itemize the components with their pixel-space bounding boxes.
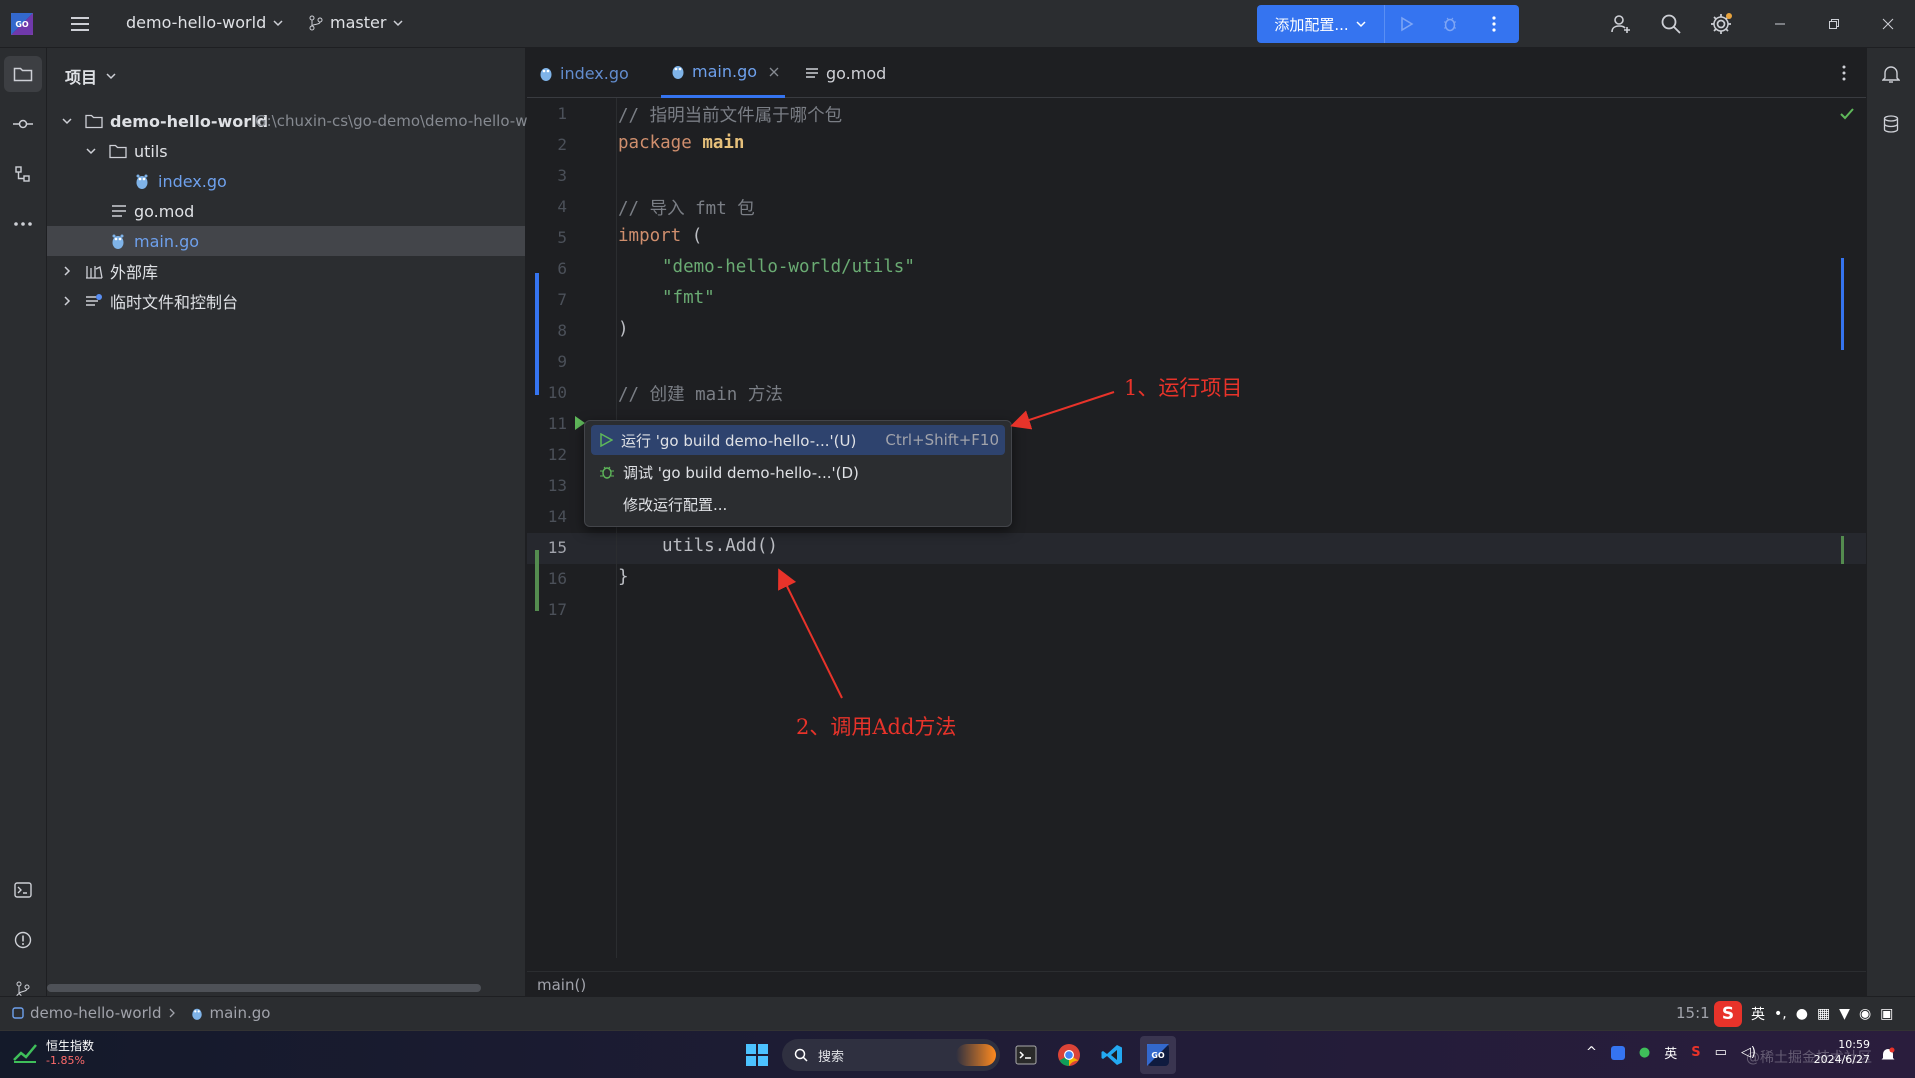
wechat-icon[interactable]: ● (1639, 1045, 1650, 1060)
vscode-app-icon[interactable] (1096, 1039, 1128, 1071)
system-tray: ^ ● 英 S ▭ ◁) (1586, 1043, 1756, 1062)
stock-chart-icon (13, 1044, 37, 1063)
keyboard-icon[interactable]: ▦ (1817, 1006, 1830, 1022)
status-project: demo-hello-world (30, 1004, 162, 1022)
right-tool-strip (1866, 48, 1915, 996)
stock-widget[interactable]: 恒生指数 -1.85% (12, 1037, 94, 1067)
status-file: main.go (209, 1004, 271, 1022)
toolbox-icon[interactable]: ▣ (1880, 1006, 1893, 1022)
search-icon (794, 1048, 808, 1062)
ime-toolbar: S 英 •, ● ▦ ▼ ◉ ▣ (1714, 1000, 1914, 1028)
database-icon[interactable] (1875, 108, 1907, 140)
tray-app-icon[interactable] (1610, 1045, 1625, 1060)
go-file-icon (192, 1008, 203, 1020)
tray-ime[interactable]: 英 (1664, 1043, 1677, 1062)
gamepad-icon[interactable]: ◉ (1859, 1006, 1871, 1022)
status-bar: demo-hello-world main.go 15:1 S 英 •, ● ▦… (0, 996, 1915, 1030)
search-highlight-icon (956, 1044, 996, 1066)
module-icon (12, 1007, 24, 1019)
arrow-to-add (778, 568, 843, 699)
windows-start-icon[interactable] (742, 1040, 772, 1070)
skin-icon[interactable]: ▼ (1839, 1006, 1850, 1022)
notification-center-icon[interactable] (1876, 1043, 1900, 1067)
svg-text:GO: GO (1151, 1051, 1165, 1060)
chrome-app-icon[interactable] (1053, 1039, 1085, 1071)
network-icon[interactable]: ▭ (1715, 1045, 1727, 1060)
sogou-logo-icon[interactable]: S (1714, 1001, 1742, 1027)
chevron-right-icon (170, 1008, 176, 1018)
notifications-bell-icon[interactable] (1875, 58, 1907, 90)
annotation-run-project: 1、运行项目 (1124, 376, 1243, 400)
tray-expand-icon[interactable]: ^ (1586, 1045, 1597, 1060)
annotation-arrows (778, 391, 1115, 699)
ime-language[interactable]: 英 (1751, 1004, 1765, 1024)
watermark-text: @稀土掘金技术社区 (1746, 1050, 1872, 1066)
stock-change: -1.85% (46, 1054, 85, 1067)
cursor-position[interactable]: 15:1 (1676, 1004, 1710, 1022)
windows-taskbar: 恒生指数 -1.85% 搜索 GO ^ ● 英 S ▭ ◁) 10:59 202… (0, 1030, 1915, 1078)
terminal-app-icon[interactable] (1010, 1039, 1042, 1071)
status-breadcrumb[interactable]: demo-hello-world main.go (12, 1004, 270, 1022)
microphone-icon[interactable]: ● (1796, 1006, 1808, 1022)
search-placeholder: 搜索 (818, 1049, 845, 1065)
goland-app-icon[interactable]: GO (1140, 1036, 1176, 1074)
arrow-to-run (1010, 391, 1115, 430)
stock-name: 恒生指数 (46, 1039, 95, 1053)
punctuation-icon[interactable]: •, (1774, 1006, 1787, 1022)
sogou-tray-icon[interactable]: S (1691, 1045, 1700, 1060)
annotation-call-add: 2、调用Add方法 (796, 715, 957, 739)
taskbar-search[interactable]: 搜索 (782, 1039, 1000, 1071)
